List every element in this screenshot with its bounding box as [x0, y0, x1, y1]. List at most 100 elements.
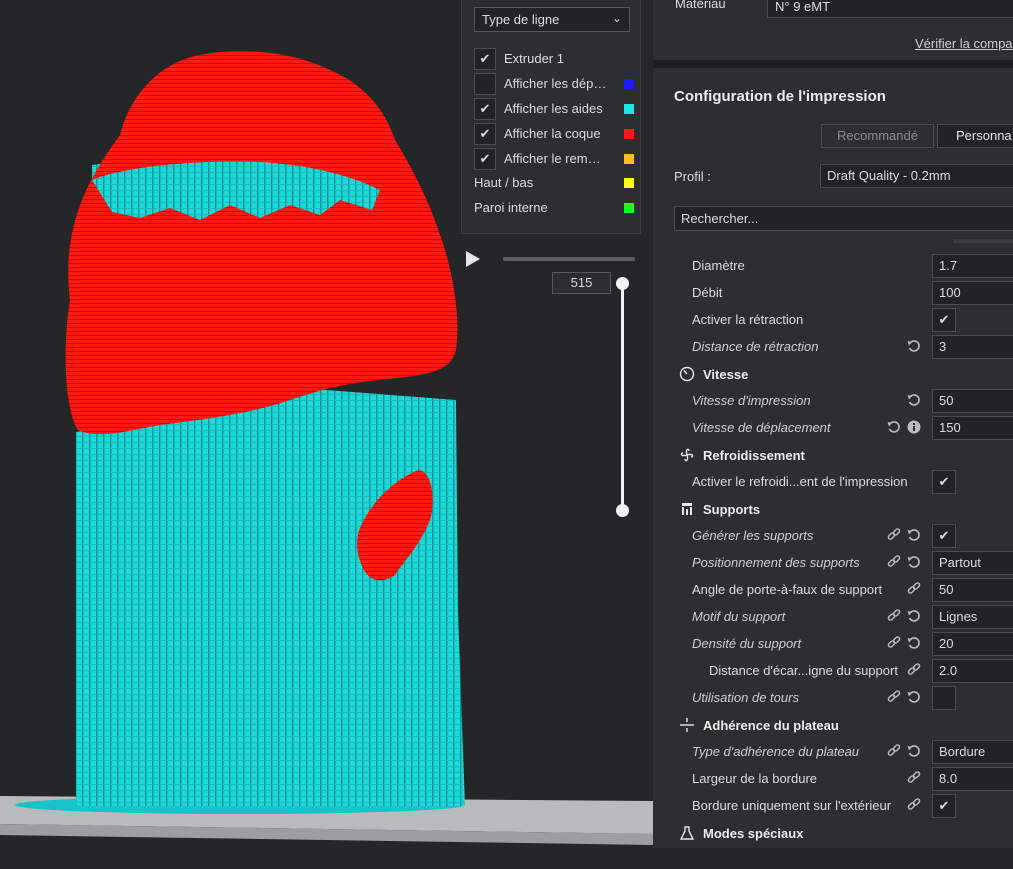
legend-color-swatch	[624, 178, 634, 188]
link-icon[interactable]	[887, 690, 901, 704]
setting-row: Distance de rétraction 3	[653, 334, 1013, 361]
settings-category-header[interactable]: Refroidissement	[653, 442, 1013, 469]
setting-value-input[interactable]: 20	[932, 632, 1013, 656]
info-icon[interactable]	[907, 420, 921, 434]
reset-icon[interactable]	[887, 420, 901, 434]
checkbox-checked[interactable]: ✔	[932, 470, 956, 494]
link-icon[interactable]	[887, 528, 901, 542]
checkbox-unchecked[interactable]	[474, 73, 496, 95]
category-label: Adhérence du plateau	[703, 718, 839, 733]
settings-category-header[interactable]: Adhérence du plateau	[653, 712, 1013, 739]
play-icon[interactable]	[465, 250, 481, 268]
verify-compatibility-link[interactable]: Vérifier la compa	[915, 36, 1013, 51]
legend-color-swatch	[624, 203, 634, 213]
color-scheme-select[interactable]: Type de ligne ⌄	[474, 7, 630, 32]
material-section: Matériau N° 9 eMT Vérifier la compa	[653, 0, 1013, 60]
model-shell	[65, 50, 458, 435]
setting-row: Vitesse d'impression 50	[653, 388, 1013, 415]
link-icon[interactable]	[887, 744, 901, 758]
legend-item[interactable]: ✔ Extruder 1	[474, 48, 634, 70]
setting-value-input[interactable]: 8.0	[932, 767, 1013, 791]
setting-label: Débit	[692, 285, 723, 300]
tab-recommended[interactable]: Recommandé	[821, 124, 934, 148]
legend-item: Paroi interne	[474, 197, 634, 219]
reset-icon[interactable]	[907, 690, 921, 704]
settings-search-input[interactable]: Rechercher...	[674, 206, 1013, 231]
layer-view-panel: Type de ligne ⌄ ✔ Extruder 1 Afficher les …	[461, 0, 641, 234]
link-icon[interactable]	[907, 798, 921, 812]
setting-row: Densité du support 20	[653, 631, 1013, 658]
reset-icon[interactable]	[907, 609, 921, 623]
link-icon[interactable]	[887, 609, 901, 623]
checkbox-checked[interactable]: ✔	[932, 308, 956, 332]
setting-value-input[interactable]: 50	[932, 389, 1013, 413]
checkbox-checked[interactable]: ✔	[932, 524, 956, 548]
setting-label: Densité du support	[692, 636, 802, 651]
legend-item: Haut / bas	[474, 172, 634, 194]
flask-icon	[679, 825, 695, 841]
setting-row: Distance d'écar...igne du support 2.0	[653, 658, 1013, 685]
setting-row: Activer le refroidi...ent de l'impressio…	[653, 469, 1013, 496]
layer-slider-top-handle[interactable]	[616, 277, 629, 290]
setting-label: Distance de rétraction	[692, 339, 819, 354]
reset-icon[interactable]	[907, 393, 921, 407]
setting-value-input[interactable]: Partout	[932, 551, 1013, 575]
layer-progress-track[interactable]	[503, 257, 635, 261]
link-icon[interactable]	[887, 636, 901, 650]
material-select[interactable]: N° 9 eMT	[767, 0, 1013, 18]
checkbox-checked[interactable]: ✔	[474, 148, 496, 170]
setting-row: Utilisation de tours	[653, 685, 1013, 712]
link-icon[interactable]	[887, 555, 901, 569]
settings-category-header[interactable]: Supports	[653, 496, 1013, 523]
reset-icon[interactable]	[907, 744, 921, 758]
settings-category-header[interactable]: Vitesse	[653, 361, 1013, 388]
category-label: Modes spéciaux	[703, 826, 804, 841]
layer-number-input[interactable]: 515	[552, 272, 611, 294]
adhesion-icon	[679, 717, 695, 733]
profile-label: Profil :	[674, 169, 711, 184]
reset-icon[interactable]	[907, 528, 921, 542]
material-label: Matériau	[675, 0, 726, 11]
setting-row: Largeur de la bordure 8.0	[653, 766, 1013, 793]
setting-row: Diamètre 1.7	[653, 253, 1013, 280]
legend-item[interactable]: ✔ Afficher la coque	[474, 123, 634, 145]
setting-label: Bordure uniquement sur l'extérieur	[692, 798, 892, 813]
setting-value-input[interactable]: 1.7	[932, 254, 1013, 278]
category-label: Refroidissement	[703, 448, 805, 463]
link-icon[interactable]	[907, 663, 921, 677]
setting-value-input[interactable]: Bordure	[932, 740, 1013, 764]
legend-label: Haut / bas	[474, 175, 534, 190]
setting-label: Activer la rétraction	[692, 312, 804, 327]
legend-item[interactable]: ✔ Afficher le rem…	[474, 148, 634, 170]
legend-item[interactable]: ✔ Afficher les aides	[474, 98, 634, 120]
setting-row: Positionnement des supports Partout	[653, 550, 1013, 577]
layer-slider-track[interactable]	[621, 283, 624, 511]
legend-label: Afficher les aides	[504, 101, 603, 116]
chevron-down-icon: ⌄	[611, 11, 622, 25]
panel-footer	[653, 848, 1013, 869]
setting-value-input[interactable]: Lignes	[932, 605, 1013, 629]
link-icon[interactable]	[907, 582, 921, 596]
support-structure	[76, 388, 465, 806]
setting-label: Vitesse de déplacement	[692, 420, 831, 435]
tab-custom[interactable]: Personna	[937, 124, 1013, 148]
settings-category-header[interactable]: Modes spéciaux	[653, 820, 1013, 847]
reset-icon[interactable]	[907, 636, 921, 650]
setting-value-input[interactable]: 50	[932, 578, 1013, 602]
setting-value-input[interactable]: 100	[932, 281, 1013, 305]
legend-item[interactable]: Afficher les dép…	[474, 73, 634, 95]
reset-icon[interactable]	[907, 555, 921, 569]
link-icon[interactable]	[907, 771, 921, 785]
layer-slider-bottom-handle[interactable]	[616, 504, 629, 517]
legend-label: Afficher les dép…	[504, 76, 607, 91]
checkbox-checked[interactable]: ✔	[474, 98, 496, 120]
setting-value-input[interactable]: 2.0	[932, 659, 1013, 683]
reset-icon[interactable]	[907, 339, 921, 353]
checkbox-checked[interactable]: ✔	[474, 48, 496, 70]
setting-value-input[interactable]: 150	[932, 416, 1013, 440]
checkbox-checked[interactable]: ✔	[932, 794, 956, 818]
profile-select[interactable]: Draft Quality - 0.2mm	[820, 164, 1013, 188]
setting-value-input[interactable]: 3	[932, 335, 1013, 359]
checkbox-unchecked[interactable]	[932, 686, 956, 710]
checkbox-checked[interactable]: ✔	[474, 123, 496, 145]
